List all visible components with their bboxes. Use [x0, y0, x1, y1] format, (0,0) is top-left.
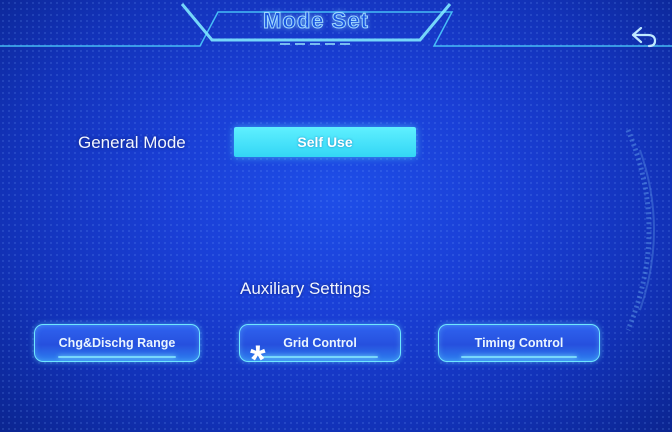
back-arrow-icon: [631, 26, 657, 48]
asterisk-marker: *: [250, 338, 266, 382]
chg-dischg-range-button[interactable]: Chg&Dischg Range: [34, 324, 200, 362]
side-arc-decoration: [625, 129, 655, 331]
general-mode-label: General Mode: [78, 133, 186, 152]
mode-set-screen: Mode Set General Mode Self Use Auxiliary…: [0, 0, 672, 432]
back-button[interactable]: [628, 22, 660, 52]
timing-control-button[interactable]: Timing Control: [438, 324, 600, 362]
page-title: Mode Set: [263, 8, 369, 34]
dot-pattern: [0, 0, 672, 432]
auxiliary-settings-heading: Auxiliary Settings: [240, 279, 371, 298]
general-mode-select[interactable]: Self Use: [234, 127, 416, 157]
